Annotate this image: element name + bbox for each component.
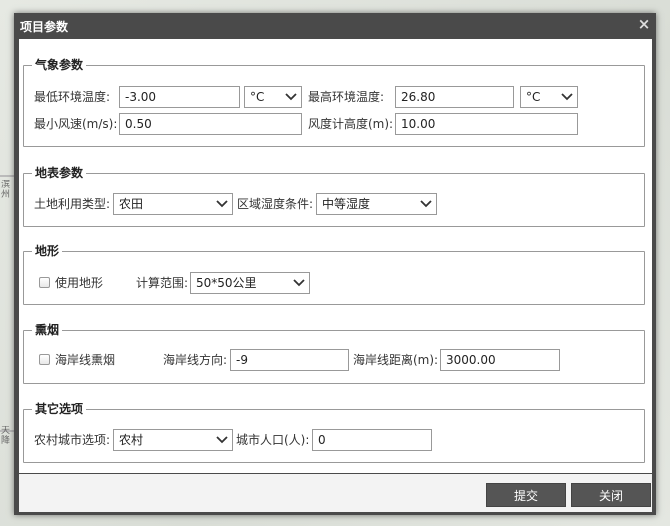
coastline-distance-input[interactable]: 3000.00 (440, 349, 560, 371)
chevron-down-icon (216, 200, 228, 208)
landuse-value: 农田 (119, 197, 144, 211)
dialog-header[interactable]: 项目参数 × (14, 13, 656, 38)
meteo-group: 气象参数 最低环境温度: -3.00 °C 最高环境温度: 26.80 °C 最… (23, 57, 645, 147)
coastline-direction-input[interactable]: -9 (230, 349, 349, 371)
chevron-down-icon (216, 436, 228, 444)
range-label: 计算范围: (136, 276, 189, 290)
range-select[interactable]: 50*50公里 (190, 272, 310, 294)
other-options-group: 其它选项 农村城市选项: 农村 城市人口(人): 0 (23, 401, 645, 463)
dialog-body: 气象参数 最低环境温度: -3.00 °C 最高环境温度: 26.80 °C 最… (19, 39, 652, 473)
anemometer-height-input[interactable]: 10.00 (395, 113, 578, 135)
chevron-down-icon (420, 200, 432, 208)
rural-urban-select[interactable]: 农村 (113, 429, 233, 451)
other-options-group-title: 其它选项 (32, 401, 87, 417)
population-label: 城市人口(人): (236, 433, 310, 447)
coastline-direction-label: 海岸线方向: (163, 353, 228, 367)
min-temp-unit-select[interactable]: °C (244, 86, 302, 108)
map-label: 天降 (1, 426, 11, 446)
max-temp-unit-select[interactable]: °C (520, 86, 578, 108)
min-wind-input[interactable]: 0.50 (119, 113, 302, 135)
close-icon[interactable]: × (636, 15, 652, 33)
project-params-dialog: 项目参数 × 气象参数 最低环境温度: -3.00 °C 最高环境温度: 26.… (14, 13, 656, 515)
rural-urban-label: 农村城市选项: (34, 433, 111, 447)
range-value: 50*50公里 (196, 276, 257, 290)
rural-urban-value: 农村 (119, 433, 144, 447)
meteo-group-title: 气象参数 (32, 57, 87, 73)
anemometer-height-label: 风度计高度(m): (308, 117, 394, 131)
max-temp-label: 最高环境温度: (308, 90, 385, 104)
surface-group: 地表参数 土地利用类型: 农田 区域湿度条件: 中等湿度 (23, 165, 645, 227)
min-temp-label: 最低环境温度: (34, 90, 111, 104)
map-label: 滨州 (1, 180, 11, 200)
close-button[interactable]: 关闭 (571, 483, 651, 507)
humidity-value: 中等湿度 (322, 197, 371, 211)
submit-button[interactable]: 提交 (486, 483, 566, 507)
use-terrain-label: 使用地形 (55, 276, 104, 290)
terrain-group: 地形 使用地形 计算范围: 50*50公里 (23, 243, 645, 305)
population-input[interactable]: 0 (312, 429, 432, 451)
use-terrain-checkbox[interactable] (39, 277, 50, 288)
terrain-group-title: 地形 (32, 243, 63, 259)
min-temp-input[interactable]: -3.00 (119, 86, 240, 108)
chevron-down-icon (561, 93, 573, 101)
fumigation-group-title: 熏烟 (32, 322, 63, 338)
dialog-footer: 提交 关闭 (19, 474, 652, 512)
max-temp-unit-value: °C (526, 90, 541, 104)
chevron-down-icon (293, 279, 305, 287)
fumigation-group: 熏烟 海岸线熏烟 海岸线方向: -9 海岸线距离(m): 3000.00 (23, 322, 645, 384)
humidity-select[interactable]: 中等湿度 (316, 193, 437, 215)
dialog-title: 项目参数 (20, 20, 69, 34)
coastline-distance-label: 海岸线距离(m): (353, 353, 439, 367)
coastline-fumigation-checkbox[interactable] (39, 354, 50, 365)
landuse-label: 土地利用类型: (34, 197, 111, 211)
min-temp-unit-value: °C (250, 90, 265, 104)
landuse-select[interactable]: 农田 (113, 193, 233, 215)
humidity-label: 区域湿度条件: (237, 197, 314, 211)
chevron-down-icon (285, 93, 297, 101)
max-temp-input[interactable]: 26.80 (395, 86, 514, 108)
coastline-fumigation-label: 海岸线熏烟 (55, 353, 116, 367)
surface-group-title: 地表参数 (32, 165, 87, 181)
min-wind-label: 最小风速(m/s): (34, 117, 118, 131)
